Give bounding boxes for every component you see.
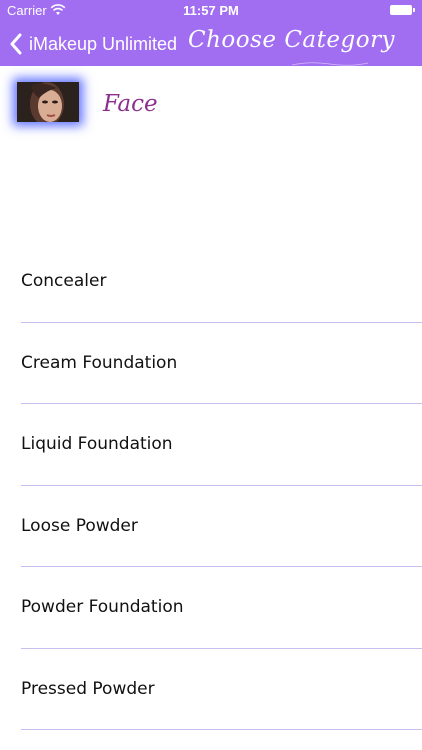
battery-icon <box>390 5 415 15</box>
face-portrait-icon <box>17 82 79 122</box>
list-item-label: Cream Foundation <box>21 352 178 373</box>
list-item-loose-powder[interactable]: Loose Powder <box>0 486 422 567</box>
navigation-bar: iMakeup Unlimited Choose Category <box>0 22 422 66</box>
title-flourish-icon <box>291 62 369 66</box>
list-item-label: Concealer <box>21 271 107 291</box>
section-title: Face <box>103 91 158 117</box>
list-item-label: Pressed Powder <box>21 678 155 699</box>
back-chevron-icon <box>10 33 22 55</box>
category-list: Concealer Cream Foundation Liquid Founda… <box>0 241 422 730</box>
status-bar: Carrier 11:57 PM <box>0 0 422 22</box>
list-item-label: Liquid Foundation <box>21 434 173 454</box>
status-time: 11:57 PM <box>183 3 239 18</box>
list-item-liquid-foundation[interactable]: Liquid Foundation <box>0 404 422 486</box>
top-bar: Carrier 11:57 PM iMakeup Unlimited Choos… <box>0 0 422 66</box>
list-item-label: Powder Foundation <box>21 597 184 617</box>
nav-title: Choose Category <box>188 27 396 53</box>
list-item-concealer[interactable]: Concealer <box>0 241 422 323</box>
back-button-label: iMakeup Unlimited <box>29 33 178 54</box>
back-button[interactable]: iMakeup Unlimited <box>9 30 177 58</box>
list-item-cream-foundation[interactable]: Cream Foundation <box>0 323 422 404</box>
row-separator <box>21 729 422 730</box>
list-item-label: Loose Powder <box>21 515 138 536</box>
list-item-powder-foundation[interactable]: Powder Foundation <box>0 567 422 649</box>
face-category-image <box>17 82 79 122</box>
list-item-pressed-powder[interactable]: Pressed Powder <box>0 649 422 730</box>
